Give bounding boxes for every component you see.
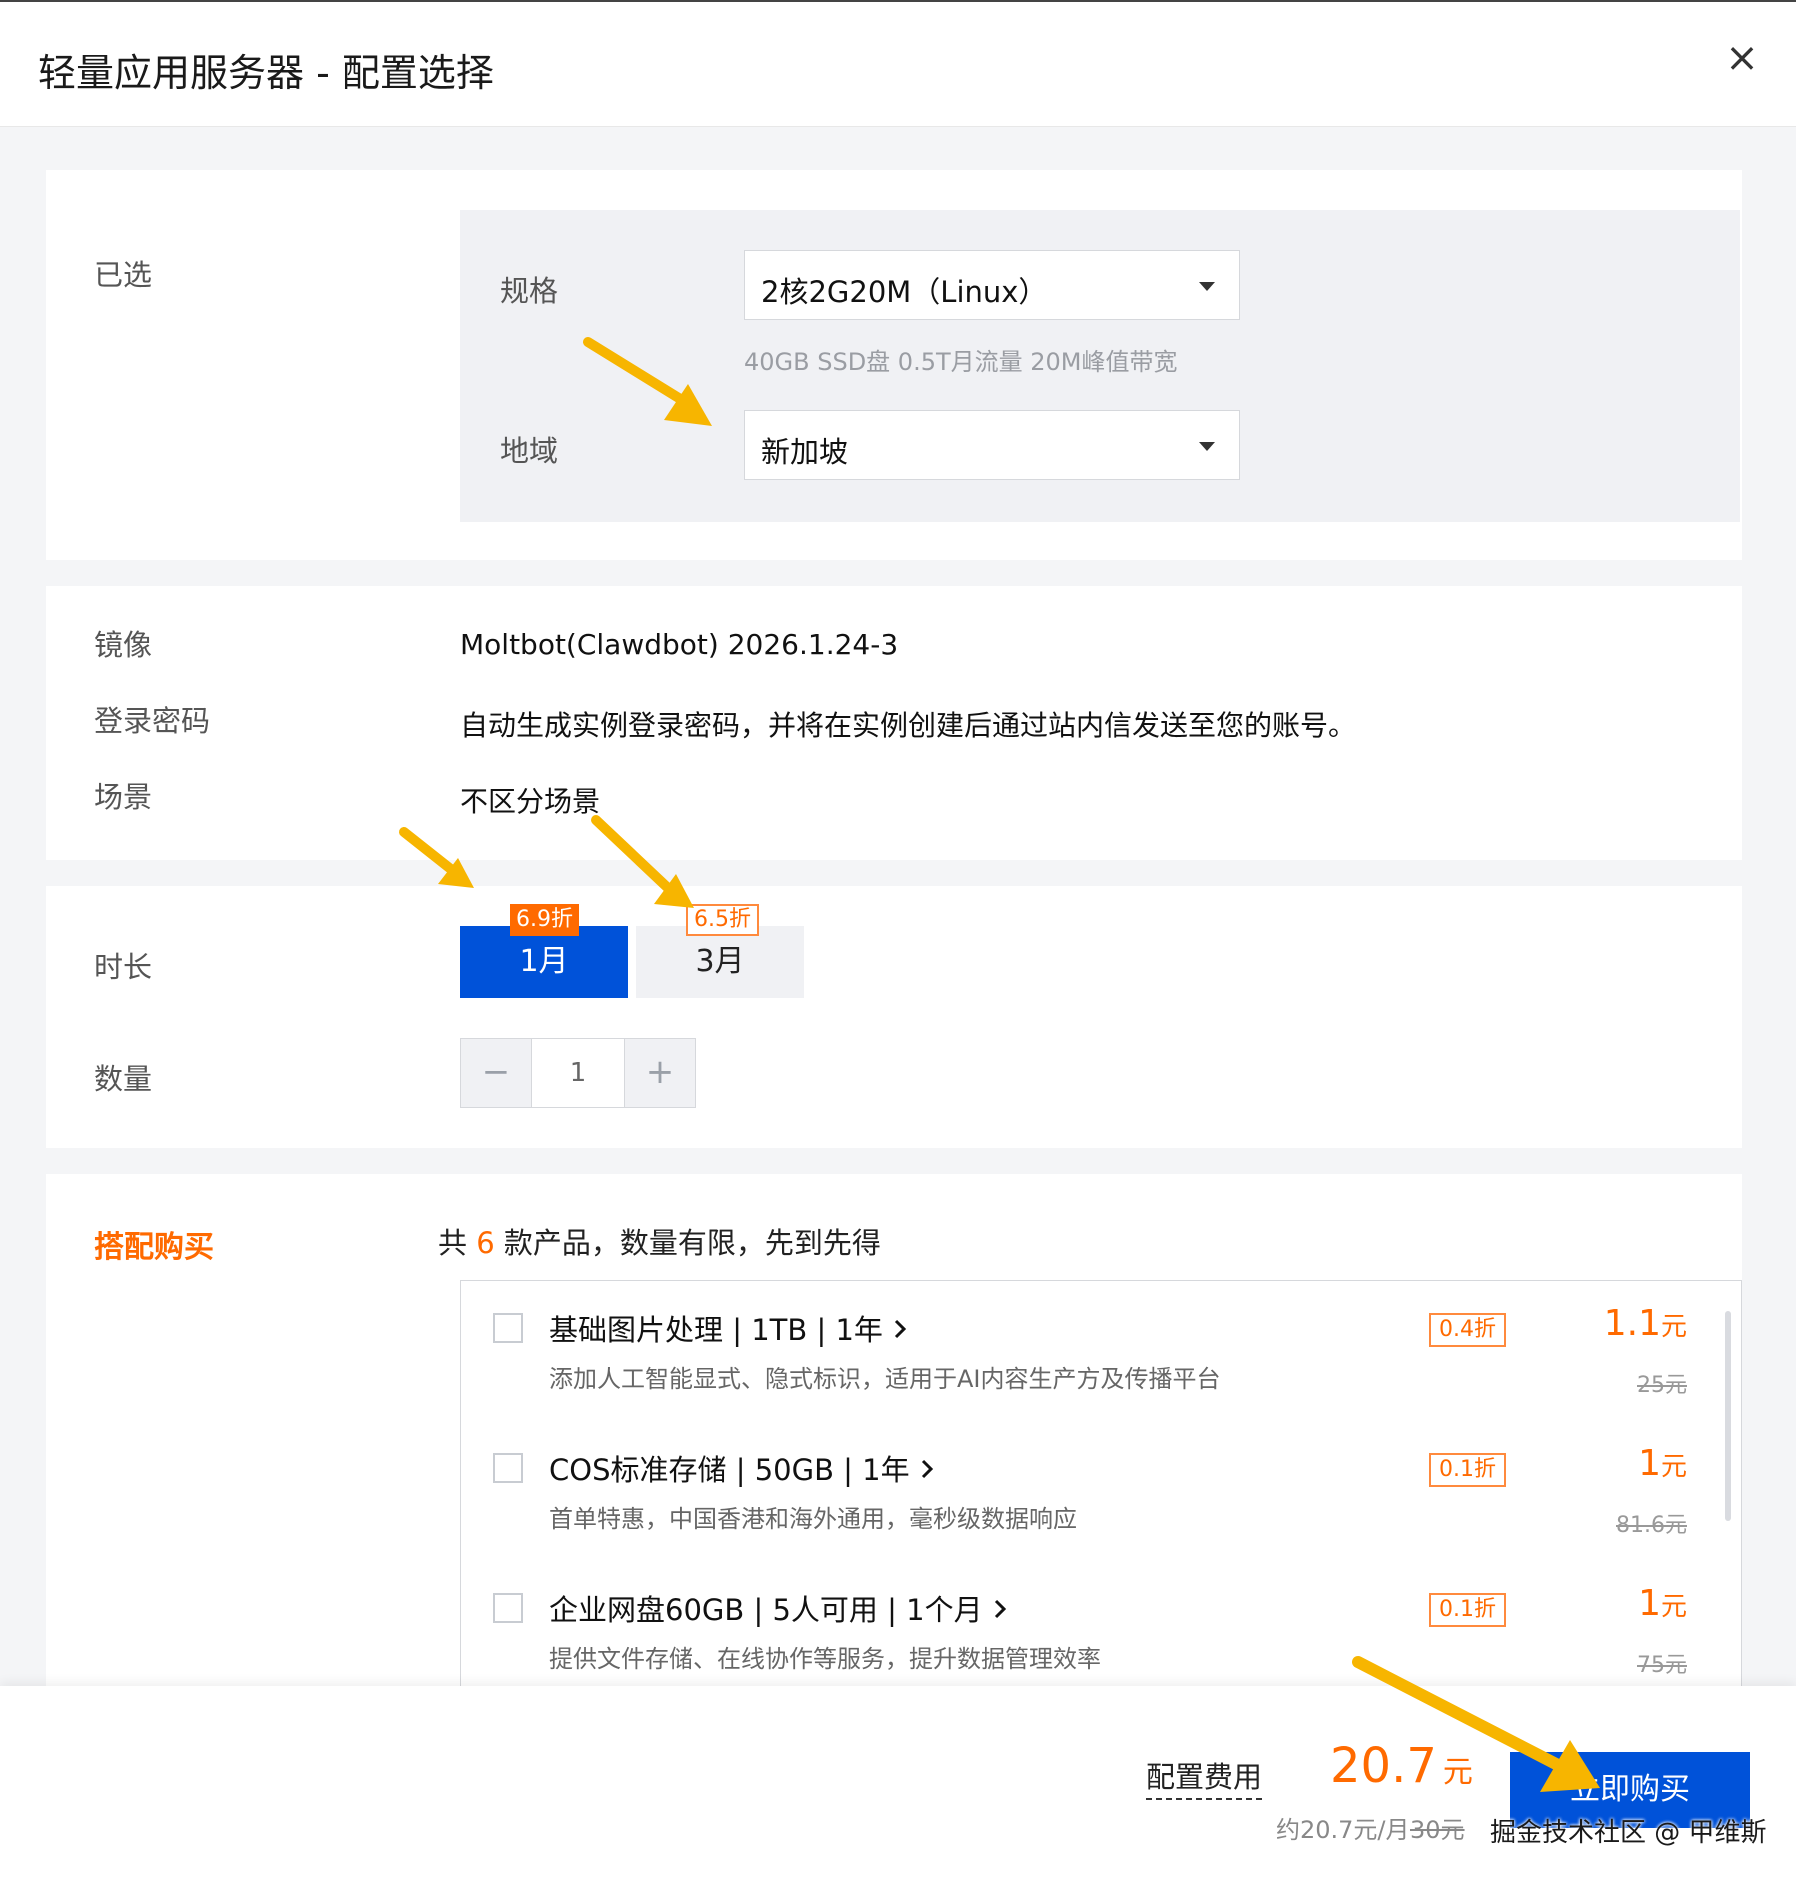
bundle-item-price-value: 1 <box>1638 1443 1661 1484</box>
quantity-increment-button[interactable]: + <box>625 1039 695 1107</box>
bundle-item-original-price: 81.6元 <box>1616 1513 1687 1538</box>
bundle-item-discount-badge: 0.4折 <box>1429 1313 1506 1347</box>
fee-original-price: 30元 <box>1410 1816 1465 1844</box>
chevron-right-icon <box>921 1459 933 1479</box>
scene-value: 不区分场景 <box>460 785 601 818</box>
selected-label: 已选 <box>94 258 153 292</box>
caret-down-icon <box>1199 442 1215 451</box>
bundle-item: 基础图片处理 | 1TB | 1年 添加人工智能显式、隐式标识，适用于AI内容生… <box>461 1281 1731 1421</box>
bundle-item-name-link[interactable]: 企业网盘60GB | 5人可用 | 1个月 <box>549 1587 1008 1629</box>
quantity-stepper: − 1 + <box>460 1038 696 1108</box>
chevron-right-icon <box>994 1599 1006 1619</box>
quantity-input[interactable]: 1 <box>531 1039 625 1107</box>
spec-select-value: 2核2G20M（Linux） <box>761 275 1048 309</box>
bundle-title: 搭配购买 <box>94 1230 214 1265</box>
bundle-subtitle-suffix: 款产品，数量有限，先到先得 <box>494 1226 881 1260</box>
duration-option-1-month[interactable]: 1月 <box>460 926 628 998</box>
bundle-item-name-link[interactable]: COS标准存储 | 50GB | 1年 <box>549 1447 935 1489</box>
bundle-subtitle: 共 6 款产品，数量有限，先到先得 <box>438 1220 881 1262</box>
bundle-item-name: 基础图片处理 | 1TB | 1年 <box>549 1313 883 1347</box>
bundle-item-checkbox[interactable] <box>493 1453 523 1483</box>
close-icon[interactable]: × <box>1720 36 1764 80</box>
bundle-item-discount-badge: 0.1折 <box>1429 1453 1506 1487</box>
bundle-item-price-value: 1.1 <box>1603 1303 1661 1344</box>
spec-label: 规格 <box>500 274 559 308</box>
bundle-item-original-price: 25元 <box>1637 1373 1687 1398</box>
bundle-item-original-price: 75元 <box>1637 1653 1687 1678</box>
bundle-item-name: 企业网盘60GB | 5人可用 | 1个月 <box>549 1593 983 1627</box>
watermark: 掘金技术社区 @ 甲维斯 <box>1490 1818 1767 1848</box>
bundle-item-desc: 添加人工智能显式、隐式标识，适用于AI内容生产方及传播平台 <box>549 1365 1221 1393</box>
password-label: 登录密码 <box>94 704 211 738</box>
bundle-list[interactable]: 基础图片处理 | 1TB | 1年 添加人工智能显式、隐式标识，适用于AI内容生… <box>460 1280 1742 1694</box>
bundle-item-checkbox[interactable] <box>493 1313 523 1343</box>
quantity-label: 数量 <box>94 1062 153 1096</box>
fee-label[interactable]: 配置费用 <box>1146 1754 1263 1800</box>
fee-per-month: 约20.7元/月 <box>1276 1816 1410 1844</box>
bundle-item-price-unit: 元 <box>1660 1592 1687 1622</box>
bundle-item-name-link[interactable]: 基础图片处理 | 1TB | 1年 <box>549 1307 908 1349</box>
region-select[interactable]: 新加坡 <box>744 410 1240 480</box>
image-label: 镜像 <box>94 628 153 662</box>
region-select-value: 新加坡 <box>761 435 849 469</box>
bundle-item-price: 1元 <box>1638 1583 1687 1624</box>
fee-amount: 20.7 元 <box>1330 1738 1473 1794</box>
caret-down-icon <box>1199 282 1215 291</box>
selected-config-panel: 规格 2核2G20M（Linux） 40GB SSD盘 0.5T月流量 20M峰… <box>460 210 1740 522</box>
duration-option-3-month[interactable]: 3月 <box>636 926 804 998</box>
duration-quantity-card: 时长 1月 6.9折 3月 6.5折 数量 − 1 + <box>46 886 1742 1148</box>
bundle-item-checkbox[interactable] <box>493 1593 523 1623</box>
chevron-right-icon <box>895 1319 907 1339</box>
duration-label: 时长 <box>94 950 153 984</box>
region-label: 地域 <box>500 434 559 468</box>
bundle-count: 6 <box>476 1226 495 1260</box>
fee-amount-value: 20.7 <box>1330 1738 1437 1794</box>
bundle-item: 企业网盘60GB | 5人可用 | 1个月 提供文件存储、在线协作等服务，提升数… <box>461 1561 1731 1694</box>
dialog-header: 轻量应用服务器 - 配置选择 × <box>0 2 1796 127</box>
duration-discount-badge: 6.5折 <box>686 904 759 936</box>
bundle-card: 搭配购买 共 6 款产品，数量有限，先到先得 基础图片处理 | 1TB | 1年… <box>46 1174 1742 1694</box>
instance-info-card: 镜像 Moltbot(Clawdbot) 2026.1.24-3 登录密码 自动… <box>46 586 1742 860</box>
spec-hint: 40GB SSD盘 0.5T月流量 20M峰值带宽 <box>744 348 1178 376</box>
scene-label: 场景 <box>94 780 153 814</box>
spec-select[interactable]: 2核2G20M（Linux） <box>744 250 1240 320</box>
bundle-item-price-unit: 元 <box>1660 1312 1687 1342</box>
bundle-item-price: 1.1元 <box>1604 1303 1687 1344</box>
dialog-title: 轻量应用服务器 - 配置选择 <box>38 51 494 95</box>
bundle-subtitle-prefix: 共 <box>438 1226 477 1260</box>
image-value: Moltbot(Clawdbot) 2026.1.24-3 <box>460 628 899 661</box>
bundle-item-name: COS标准存储 | 50GB | 1年 <box>549 1453 910 1487</box>
fee-amount-unit: 元 <box>1442 1755 1473 1790</box>
quantity-decrement-button[interactable]: − <box>461 1039 531 1107</box>
password-value: 自动生成实例登录密码，并将在实例创建后通过站内信发送至您的账号。 <box>460 709 1357 742</box>
bundle-item-price: 1元 <box>1638 1443 1687 1484</box>
bundle-item-discount-badge: 0.1折 <box>1429 1593 1506 1627</box>
bundle-item-price-value: 1 <box>1638 1583 1661 1624</box>
bundle-item-desc: 提供文件存储、在线协作等服务，提升数据管理效率 <box>549 1645 1101 1673</box>
selected-config-card: 已选 规格 2核2G20M（Linux） 40GB SSD盘 0.5T月流量 2… <box>46 170 1742 560</box>
bundle-item: COS标准存储 | 50GB | 1年 首单特惠，中国香港和海外通用，毫秒级数据… <box>461 1421 1731 1561</box>
bundle-item-price-unit: 元 <box>1660 1452 1687 1482</box>
purchase-footer: 配置费用 20.7 元 约20.7元/月 30元 立即购买 掘金技术社区 @ 甲维… <box>0 1686 1796 1888</box>
bundle-item-desc: 首单特惠，中国香港和海外通用，毫秒级数据响应 <box>549 1505 1077 1533</box>
duration-discount-badge: 6.9折 <box>510 904 579 936</box>
